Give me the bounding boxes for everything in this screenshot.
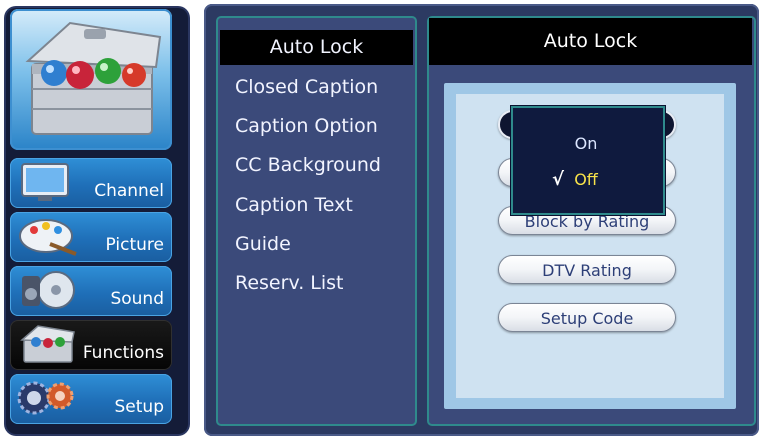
category-sound[interactable]: Sound bbox=[10, 266, 172, 316]
treasure-chest-icon bbox=[25, 21, 162, 135]
menu-item-caption-option[interactable]: Caption Option bbox=[220, 109, 413, 144]
category-label: Functions bbox=[82, 343, 164, 363]
popup-option-on[interactable]: On bbox=[513, 130, 659, 158]
category-label: Setup bbox=[114, 397, 164, 417]
paint-palette-icon bbox=[19, 219, 77, 256]
dtv-rating-button[interactable]: DTV Rating bbox=[498, 255, 676, 284]
setup-code-button[interactable]: Setup Code bbox=[498, 303, 676, 332]
popup-option-off[interactable]: Off bbox=[513, 166, 659, 194]
category-picture[interactable]: Picture bbox=[10, 212, 172, 262]
menu-item-guide[interactable]: Guide bbox=[220, 227, 413, 262]
menu-item-reserv-list[interactable]: Reserv. List bbox=[220, 266, 413, 301]
category-label: Sound bbox=[110, 289, 164, 309]
speaker-cd-icon bbox=[22, 271, 75, 309]
menu-item-caption-text[interactable]: Caption Text bbox=[220, 188, 413, 223]
category-functions[interactable]: Functions bbox=[10, 320, 172, 370]
category-channel[interactable]: Channel bbox=[10, 158, 172, 208]
chest-icon bbox=[20, 325, 75, 363]
on-off-popup bbox=[511, 106, 665, 215]
tv-icon bbox=[21, 163, 69, 201]
gears-icon bbox=[17, 381, 74, 415]
menu-item-closed-caption[interactable]: Closed Caption bbox=[220, 70, 413, 105]
menu-item-cc-background[interactable]: CC Background bbox=[220, 148, 413, 183]
category-setup[interactable]: Setup bbox=[10, 374, 172, 424]
functions-hero-image bbox=[10, 9, 172, 150]
category-label: Channel bbox=[94, 181, 164, 201]
category-label: Picture bbox=[105, 235, 164, 255]
submenu-title: Auto Lock bbox=[429, 18, 752, 65]
menu-item-auto-lock[interactable]: Auto Lock bbox=[220, 30, 413, 65]
